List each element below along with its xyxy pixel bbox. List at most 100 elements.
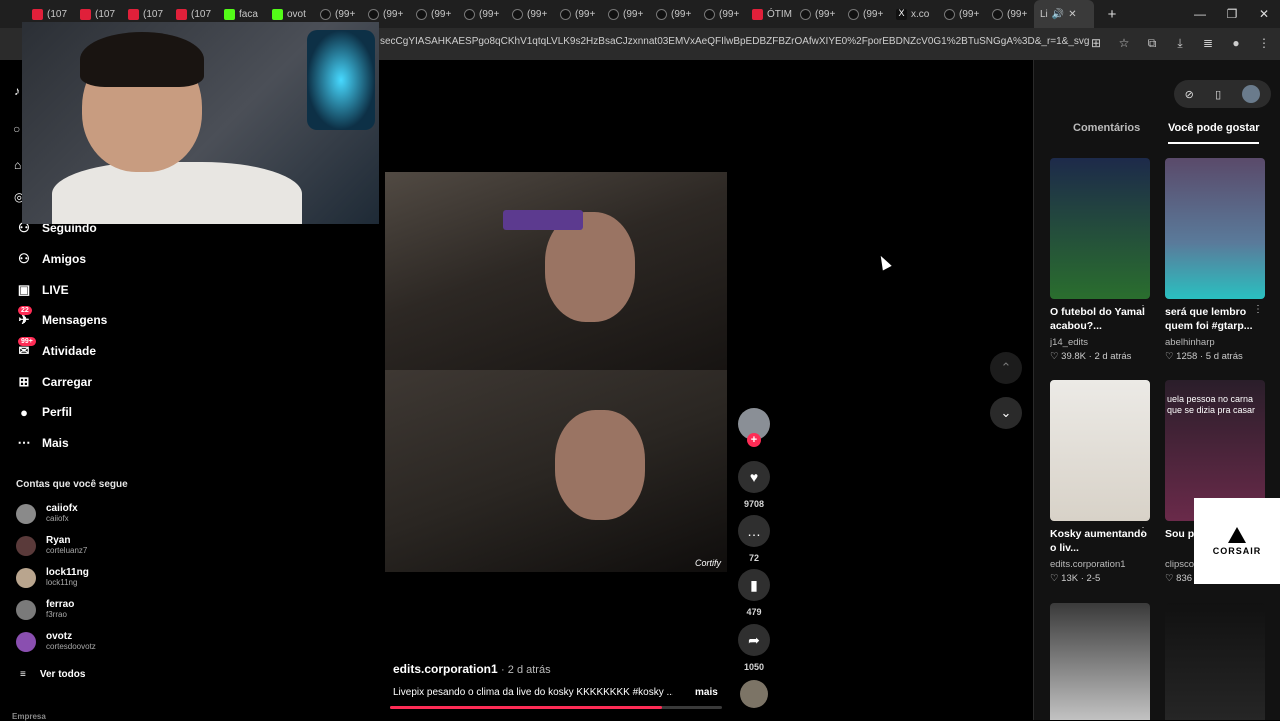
corsair-ad[interactable]: CORSAIR — [1194, 498, 1280, 584]
sidebar-item-amigos[interactable]: ⚇ Amigos — [16, 251, 86, 267]
browser-tab[interactable]: (99+ — [794, 0, 842, 28]
next-video-button[interactable]: ⌄ — [990, 397, 1022, 429]
video-thumbnail — [1165, 158, 1265, 299]
mouse-cursor-icon — [876, 253, 892, 271]
install-app-icon[interactable]: ⊞ — [1088, 34, 1104, 52]
video-author[interactable]: edits.corporation1 · 2 d atrás — [393, 662, 551, 676]
account-name: lock11ng — [46, 567, 89, 578]
followed-account[interactable]: ferrao f3rrao — [16, 599, 74, 620]
share-button[interactable]: ➦ — [738, 624, 770, 656]
tab-label: ÓTIM — [767, 8, 792, 20]
more-options-icon[interactable]: ⋮ — [1138, 304, 1148, 315]
video-thumbnail[interactable] — [1050, 603, 1150, 720]
save-button[interactable]: ▮ — [738, 569, 770, 601]
browser-tab[interactable]: ÓTIM — [746, 0, 794, 28]
tiktok-logo-icon[interactable]: ♪ — [14, 84, 20, 98]
sidebar-item-live[interactable]: ▣ LIVE — [16, 282, 69, 298]
sidebar-item-label: Amigos — [42, 252, 87, 266]
heart-icon: ♥ — [749, 469, 759, 485]
browser-menu-icon[interactable]: ⋮ — [1256, 34, 1272, 52]
followed-account[interactable]: lock11ng lock11ng — [16, 567, 89, 588]
followed-account[interactable]: ovotz cortesdoovotz — [16, 631, 96, 652]
tab-you-may-like[interactable]: Você pode gostar — [1168, 122, 1260, 144]
new-tab-button[interactable]: + — [1102, 6, 1122, 23]
profile-avatar-icon[interactable]: ● — [1228, 34, 1244, 52]
restore-icon[interactable]: ❐ — [1216, 0, 1248, 28]
rgb-light — [307, 30, 375, 130]
sidebar-item-label: Mais — [42, 436, 69, 450]
browser-tab[interactable]: (99+ — [650, 0, 698, 28]
followed-account[interactable]: caiiofx caiiofx — [16, 503, 78, 524]
followed-account[interactable]: Ryan corteluanz7 — [16, 535, 87, 556]
tab-label: ovot — [287, 8, 306, 20]
browser-tab[interactable]: (99+ — [458, 0, 506, 28]
bookmark-star-icon[interactable]: ☆ — [1116, 34, 1132, 52]
phone-icon[interactable]: ▯ — [1215, 88, 1221, 101]
avatar — [16, 599, 36, 620]
browser-tab[interactable]: (99+ — [554, 0, 602, 28]
comment-icon: … — [747, 523, 761, 539]
caption-more-button[interactable]: mais — [695, 687, 718, 698]
search-icon[interactable]: ○ — [13, 122, 20, 136]
card-likes: 836 — [1176, 573, 1193, 584]
video-thumbnail[interactable] — [1165, 603, 1265, 720]
sidebar-item-mais[interactable]: ⋯ Mais — [16, 435, 69, 451]
card-meta: ♡ 13K · 2-5 — [1050, 573, 1101, 584]
browser-tab[interactable]: (99+ — [698, 0, 746, 28]
yt-favicon-icon — [176, 8, 187, 20]
compass-icon[interactable]: ⊘ — [1185, 88, 1194, 101]
close-tab-icon[interactable]: ✕ — [1068, 9, 1076, 20]
tab-label: (99+ — [815, 8, 836, 20]
browser-tab[interactable]: (99+ — [986, 0, 1034, 28]
browser-tab[interactable]: Xx.co — [890, 0, 938, 28]
sidebar-item-perfil[interactable]: ● Perfil — [16, 404, 72, 420]
card-meta: ♡ 39.8K · 2 d atrás — [1050, 351, 1132, 362]
more-options-icon[interactable]: ⋮ — [1138, 526, 1148, 537]
home-icon[interactable]: ⌂ — [14, 158, 21, 172]
card-meta: ♡ 1258 · 5 d atrás — [1165, 351, 1243, 362]
friends-icon: ⚇ — [18, 251, 30, 266]
sidebar-item-carregar[interactable]: ⊞ Carregar — [16, 374, 92, 390]
url-field[interactable]: secCgYIASAHKAESPgo8qCKhV1qtqLVLK9s2HzBsa… — [380, 36, 1090, 47]
recommended-video-card[interactable]: ⋮ O futebol do Yamal acabou?... j14_edits ♡… — [1050, 158, 1150, 362]
previous-video-button[interactable]: ⌃ — [990, 352, 1022, 384]
kick-favicon-icon — [224, 8, 235, 20]
active-browser-tab[interactable]: Li 🔊 ✕ — [1034, 0, 1094, 28]
account-name: caiiofx — [46, 503, 78, 514]
see-all-button[interactable]: ≡ Ver todos — [20, 669, 85, 680]
video-thumbnail — [1050, 158, 1150, 299]
browser-tab[interactable]: (99+ — [506, 0, 554, 28]
browser-tab[interactable]: (99+ — [842, 0, 890, 28]
tt-favicon-icon — [608, 8, 619, 20]
download-icon[interactable]: ⤓ — [1172, 34, 1188, 52]
tt-favicon-icon — [320, 8, 331, 20]
streamer-shirt — [52, 162, 302, 224]
heart-outline-icon: ♡ — [1050, 573, 1059, 584]
card-user: edits.corporation1 — [1050, 559, 1126, 570]
sidebar-item-mensagens[interactable]: ✈ 22 Mensagens — [16, 306, 107, 328]
browser-tab[interactable]: (99+ — [602, 0, 650, 28]
more-options-icon[interactable]: ⋮ — [1253, 304, 1263, 315]
extensions-icon[interactable]: ⧉ — [1144, 34, 1160, 52]
tab-comments[interactable]: Comentários — [1073, 122, 1140, 134]
media-icon[interactable]: ≣ — [1200, 34, 1216, 52]
video-player[interactable]: Cortify — [385, 172, 727, 572]
card-likes: 39.8K — [1061, 351, 1086, 362]
sidebar-item-atividade[interactable]: ✉ 99+ Atividade — [16, 337, 96, 359]
music-disc[interactable] — [740, 680, 768, 708]
tt-favicon-icon — [464, 8, 475, 20]
user-avatar[interactable] — [1242, 85, 1261, 103]
recommended-video-card[interactable]: ⋮ será que lembro quem foi #gtarp... abelh… — [1165, 158, 1265, 362]
activity-icon: ✉ 99+ — [16, 337, 36, 359]
comment-button[interactable]: … — [738, 515, 770, 547]
recommended-video-card[interactable]: ⋮ Kosky aumentando o liv... edits.corporat… — [1050, 380, 1150, 584]
close-window-icon[interactable]: ✕ — [1248, 0, 1280, 28]
more-icon: ⋯ — [17, 435, 31, 450]
browser-tab[interactable]: (99+ — [938, 0, 986, 28]
browser-tab[interactable]: (99+ — [410, 0, 458, 28]
sidebar-item-label: Perfil — [42, 405, 73, 419]
like-button[interactable]: ♥ — [738, 461, 770, 493]
minimize-icon[interactable]: — — [1184, 0, 1216, 28]
follow-plus-icon[interactable]: + — [747, 433, 761, 447]
video-progress-bar[interactable] — [390, 706, 722, 709]
